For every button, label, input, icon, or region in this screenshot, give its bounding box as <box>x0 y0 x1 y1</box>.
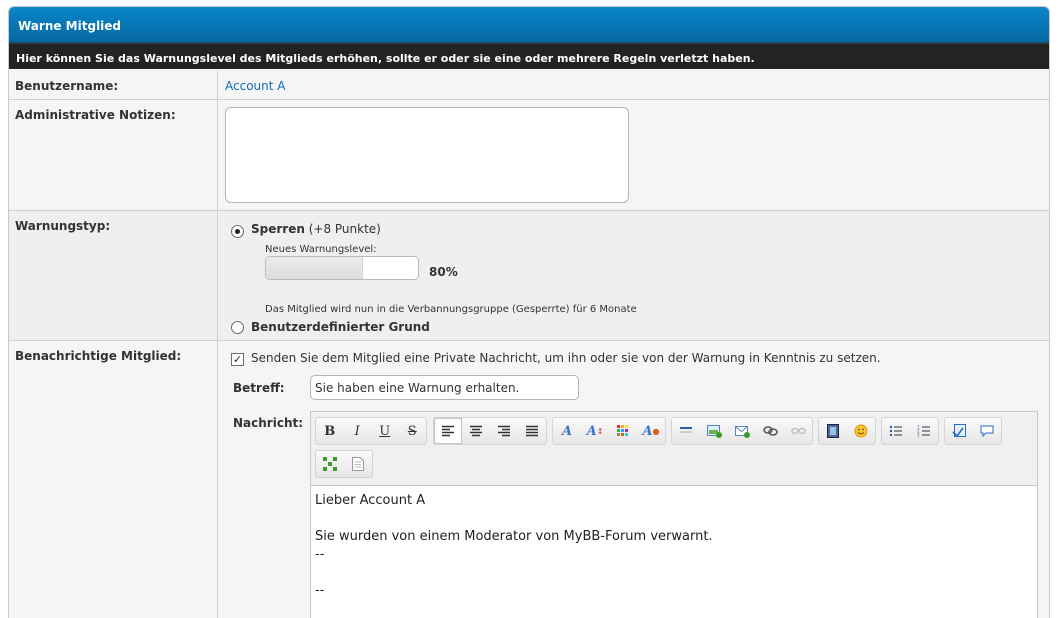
option-sperren-points: (+8 Punkte) <box>308 222 381 236</box>
toolbar-media-group <box>818 417 876 445</box>
align-left-icon[interactable] <box>434 418 462 444</box>
toolbar-insert-group <box>671 417 813 445</box>
bold-icon[interactable]: B <box>316 418 344 444</box>
numbered-list-icon[interactable]: 123 <box>910 418 938 444</box>
svg-text:3: 3 <box>917 433 920 438</box>
radio-custom-reason[interactable] <box>231 321 244 334</box>
message-editor: B I U S A A ↕ A ● 1 2 3 Lieber Account A… <box>310 411 1038 618</box>
new-level-label: Neues Warnungslevel: <box>265 244 377 255</box>
option-custom-reason-name: Benutzerdefinierter Grund <box>251 320 430 334</box>
username-label: Benutzername: <box>9 71 218 99</box>
toolbar-align-group <box>433 417 547 445</box>
admin-notes-textarea[interactable] <box>225 107 629 203</box>
option-sperren: Sperren (+8 Punkte) <box>251 222 381 236</box>
message-label: Nachricht: <box>233 416 304 430</box>
strikethrough-icon[interactable]: S <box>399 418 427 444</box>
panel-description: Hier können Sie das Warnungslevel des Mi… <box>9 43 1049 69</box>
message-line: Sie wurden von einem Moderator von MyBB-… <box>315 529 713 544</box>
message-line <box>315 564 1033 582</box>
quote-icon[interactable] <box>973 418 1001 444</box>
warning-level-percent: 80% <box>429 265 458 279</box>
align-right-icon[interactable] <box>490 418 518 444</box>
warning-type-label: Warnungstyp: <box>9 211 218 340</box>
notify-row: Benachrichtige Mitglied: ✓ Senden Sie de… <box>9 341 1049 618</box>
warn-member-panel: Warne Mitglied Hier können Sie das Warnu… <box>8 6 1050 618</box>
link-icon[interactable] <box>756 418 784 444</box>
notify-label: Benachrichtige Mitglied: <box>9 341 218 618</box>
notify-text: Senden Sie dem Mitglied eine Private Nac… <box>251 351 881 365</box>
notify-checkbox[interactable]: ✓ <box>231 353 244 366</box>
video-icon[interactable] <box>819 418 847 444</box>
horizontal-rule-icon[interactable] <box>672 418 700 444</box>
justify-icon[interactable] <box>518 418 546 444</box>
italic-icon[interactable]: I <box>344 418 372 444</box>
username-row: Benutzername: Account A <box>9 71 1049 100</box>
warning-level-fill <box>266 257 364 279</box>
color-icon[interactable] <box>609 418 637 444</box>
font-icon[interactable]: A <box>553 418 581 444</box>
message-line <box>315 510 1033 528</box>
subject-label: Betreff: <box>233 381 285 395</box>
toolbar-font-group: A A ↕ A ● <box>552 417 666 445</box>
toolbar-view-group <box>315 450 373 478</box>
source-mode-icon[interactable] <box>344 451 372 477</box>
admin-notes-row: Administrative Notizen: <box>9 100 1049 211</box>
warning-type-row: Warnungstyp: Sperren (+8 Punkte) Neues W… <box>9 211 1049 341</box>
maximize-icon[interactable] <box>316 451 344 477</box>
unlink-icon[interactable] <box>784 418 812 444</box>
message-textarea[interactable]: Lieber Account A Sie wurden von einem Mod… <box>311 485 1037 618</box>
option-custom-reason: Benutzerdefinierter Grund <box>251 320 430 334</box>
email-icon[interactable] <box>728 418 756 444</box>
warning-level-bar <box>265 256 419 280</box>
toolbar-list-group: 123 <box>881 417 939 445</box>
message-line: -- <box>315 547 325 562</box>
message-line: Lieber Account A <box>315 493 426 508</box>
option-sperren-name: Sperren <box>251 222 305 236</box>
ban-note: Das Mitglied wird nun in die Verbannungs… <box>265 304 637 315</box>
code-icon[interactable] <box>945 418 973 444</box>
toolbar-format-group: B I U S <box>315 417 427 445</box>
font-size-icon[interactable]: A ↕ <box>581 418 609 444</box>
panel-title: Warne Mitglied <box>9 7 1049 43</box>
subject-input[interactable]: Sie haben eine Warnung erhalten. <box>310 375 579 400</box>
bullet-list-icon[interactable] <box>882 418 910 444</box>
image-icon[interactable] <box>700 418 728 444</box>
toolbar-code-group <box>944 417 1002 445</box>
admin-notes-label: Administrative Notizen: <box>9 100 218 210</box>
username-link[interactable]: Account A <box>225 79 285 93</box>
radio-sperren[interactable] <box>231 225 244 238</box>
underline-icon[interactable]: U <box>371 418 399 444</box>
message-line: -- <box>315 583 325 598</box>
align-center-icon[interactable] <box>462 418 490 444</box>
remove-format-icon[interactable]: A ● <box>637 418 665 444</box>
emoticon-icon[interactable] <box>847 418 875 444</box>
